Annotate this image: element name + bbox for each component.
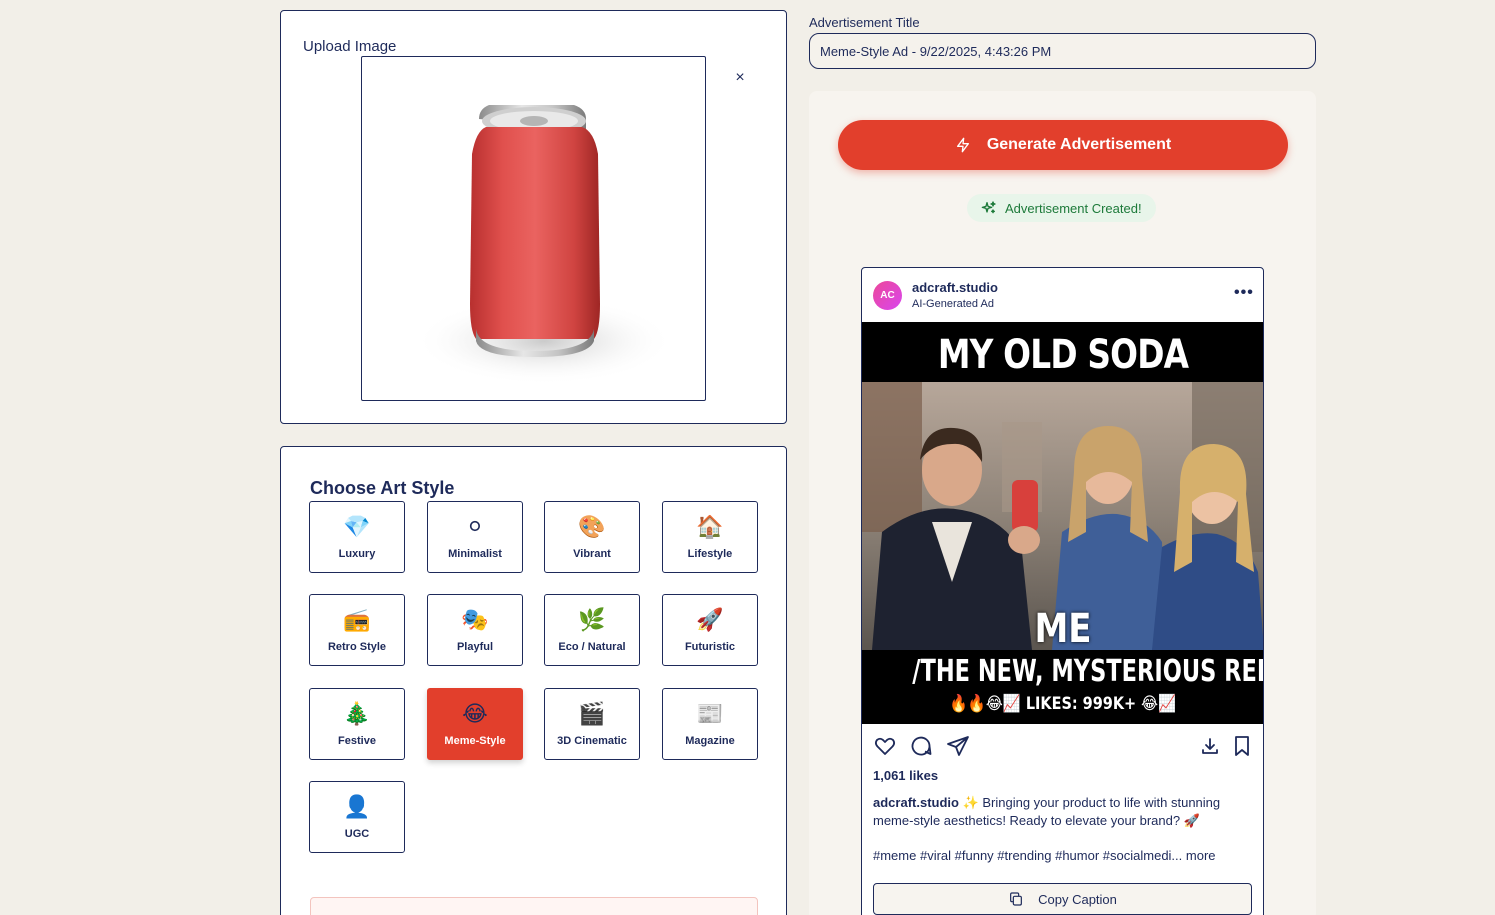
- upload-label: Upload Image: [303, 38, 397, 55]
- clapperboard-icon: 🎬: [578, 701, 606, 726]
- post-actions: [862, 734, 1263, 760]
- share-icon[interactable]: [946, 734, 970, 758]
- tree-icon: 🎄: [343, 701, 371, 726]
- sparkles-icon: [981, 200, 997, 216]
- ad-title-label: Advertisement Title: [809, 15, 920, 30]
- style-card-futuristic[interactable]: 🚀 Futuristic: [662, 594, 758, 666]
- style-label: Meme-Style: [444, 735, 506, 747]
- style-card-meme[interactable]: 😂 Meme-Style: [427, 688, 523, 760]
- download-icon[interactable]: [1198, 734, 1222, 758]
- heart-icon[interactable]: [873, 734, 897, 758]
- style-card-magazine[interactable]: 📰 Magazine: [662, 688, 758, 760]
- style-label: Futuristic: [684, 641, 736, 653]
- style-card-luxury[interactable]: 💎 Luxury: [309, 501, 405, 573]
- meme-bottom-text: /THE NEW, MYSTERIOUS RED CAN: [912, 654, 1263, 689]
- generate-button-label: Generate Advertisement: [986, 136, 1172, 153]
- style-label: Eco / Natural: [558, 641, 626, 653]
- style-card-festive[interactable]: 🎄 Festive: [309, 688, 405, 760]
- caption-account[interactable]: adcraft.studio: [873, 795, 959, 810]
- post-caption: adcraft.studio ✨ Bringing your product t…: [873, 794, 1245, 830]
- style-card-cinematic[interactable]: 🎬 3D Cinematic: [544, 688, 640, 760]
- style-card-eco[interactable]: 🌿 Eco / Natural: [544, 594, 640, 666]
- account-name[interactable]: adcraft.studio: [912, 280, 998, 295]
- copy-caption-button[interactable]: Copy Caption: [873, 883, 1252, 915]
- rocket-icon: 🚀: [696, 607, 724, 632]
- style-label: Magazine: [685, 735, 735, 747]
- leaf-icon: 🌿: [578, 607, 606, 632]
- circle-icon: ⚪: [465, 514, 485, 539]
- style-card-ugc[interactable]: 👤 UGC: [309, 781, 405, 853]
- status-badge: Advertisement Created!: [967, 194, 1156, 222]
- avatar: AC: [873, 281, 902, 310]
- ad-image: MY OLD SODA ME /THE NEW, MYSTERIOUS RE 🔥…: [862, 322, 1263, 724]
- close-icon[interactable]: ×: [731, 69, 749, 87]
- style-label: Vibrant: [573, 548, 611, 560]
- meme-footer-text: 🔥🔥😂📈 LIKES: 999K+ 😂📈: [949, 694, 1177, 714]
- lightning-icon: [955, 137, 971, 153]
- laughing-icon: 😂: [462, 701, 488, 726]
- style-card-minimalist[interactable]: ⚪ Minimalist: [427, 501, 523, 573]
- style-card-playful[interactable]: 🎭 Playful: [427, 594, 523, 666]
- hashtags[interactable]: #meme #viral #funny #trending #humor #so…: [873, 848, 1216, 863]
- soda-can-image: [413, 104, 674, 385]
- style-card-lifestyle[interactable]: 🏠 Lifestyle: [662, 501, 758, 573]
- notice-box: [310, 897, 758, 915]
- style-card-vibrant[interactable]: 🎨 Vibrant: [544, 501, 640, 573]
- style-label: Lifestyle: [687, 548, 733, 560]
- copy-icon: [1008, 891, 1024, 907]
- house-icon: 🏠: [696, 514, 724, 539]
- style-label: Festive: [338, 735, 376, 747]
- comment-icon[interactable]: [909, 734, 933, 758]
- person-icon: 👤: [343, 794, 371, 819]
- diamond-icon: 💎: [343, 514, 371, 539]
- style-label: UGC: [344, 828, 370, 840]
- more-options-icon[interactable]: •••: [1234, 284, 1254, 302]
- newspaper-icon: 📰: [696, 701, 724, 726]
- style-label: Luxury: [338, 548, 376, 560]
- copy-caption-label: Copy Caption: [1038, 891, 1117, 907]
- likes-count: 1,061 likes: [873, 768, 939, 783]
- ad-post-card: AC adcraft.studio AI-Generated Ad ••• MY…: [861, 267, 1264, 915]
- masks-icon: 🎭: [461, 607, 489, 632]
- meme-top-text: MY OLD SODA: [898, 322, 1228, 382]
- style-label: Minimalist: [448, 548, 502, 560]
- image-preview[interactable]: [361, 56, 706, 401]
- art-style-panel: Choose Art Style 💎 Luxury ⚪ Minimalist 🎨…: [280, 446, 787, 915]
- style-label: 3D Cinematic: [557, 735, 627, 747]
- bookmark-icon[interactable]: [1230, 734, 1254, 758]
- style-label: Retro Style: [327, 641, 387, 653]
- style-card-retro[interactable]: 📻 Retro Style: [309, 594, 405, 666]
- meme-middle-text: ME: [1034, 606, 1092, 652]
- generate-button[interactable]: Generate Advertisement: [838, 120, 1288, 170]
- radio-icon: 📻: [343, 607, 371, 632]
- meme-bottom-bar: /THE NEW, MYSTERIOUS RED CAN 🔥🔥😂📈 LIKES:…: [862, 650, 1263, 724]
- ad-title-input[interactable]: [809, 33, 1316, 69]
- style-label: Playful: [456, 641, 494, 653]
- upload-panel: Upload Image ×: [280, 10, 787, 424]
- status-text: Advertisement Created!: [1005, 200, 1142, 216]
- account-subtitle: AI-Generated Ad: [912, 298, 994, 310]
- art-style-title: Choose Art Style: [310, 478, 455, 498]
- palette-icon: 🎨: [578, 514, 606, 539]
